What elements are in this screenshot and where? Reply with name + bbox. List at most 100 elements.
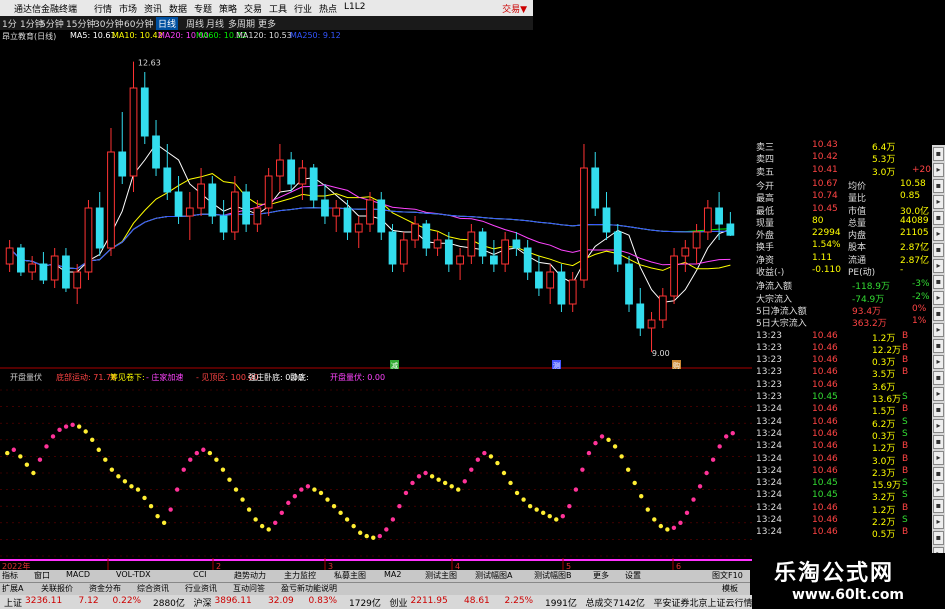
candle-body [568, 279, 577, 305]
side-tool-icon-9[interactable]: ▸ [933, 291, 944, 305]
status-item-7: 32.09 [268, 596, 294, 606]
menu-item-6[interactable]: 交易 [244, 2, 262, 15]
side-tool-icon-2[interactable]: ▪ [933, 179, 944, 193]
tick-time: 13:24 [756, 527, 782, 538]
menu-item-9[interactable]: 热点 [319, 2, 337, 15]
status-item-9: 1729亿 [349, 599, 381, 609]
menu-item-5[interactable]: 策略 [219, 2, 237, 15]
indicator-tab-0[interactable]: 指标 [2, 570, 18, 581]
osc-point [357, 530, 363, 535]
side-tool-icon-18[interactable]: ▪ [933, 435, 944, 449]
side-tool-icon-16[interactable]: ▪ [933, 403, 944, 417]
tick-time: 13:24 [756, 428, 782, 439]
candlestick-chart[interactable]: 12.63 9.00 减 测 购 [0, 42, 752, 370]
indicator-tab-1[interactable]: 窗口 [34, 570, 50, 581]
side-tool-icon-11[interactable]: ▸ [933, 323, 944, 337]
side-tool-icon-14[interactable]: ▪ [933, 371, 944, 385]
tick-price: 10.45 [812, 490, 838, 501]
timeframe-2[interactable]: 5分钟 [40, 17, 64, 30]
menu-item-3[interactable]: 数据 [169, 2, 187, 15]
candle-body [264, 175, 273, 209]
status-item-11: 2211.95 [410, 596, 448, 606]
side-tool-icon-22[interactable]: ▪ [933, 499, 944, 513]
side-tool-icon-17[interactable]: ▸ [933, 419, 944, 433]
indicator-tab-2[interactable]: MACD [66, 570, 90, 579]
side-tool-icon-10[interactable]: ▪ [933, 307, 944, 321]
menu-item-0[interactable]: 行情 [94, 2, 112, 15]
side-tool-icon-15[interactable]: ▸ [933, 387, 944, 401]
indicator-tab-13[interactable]: 设置 [625, 570, 641, 581]
side-tool-icon-7[interactable]: ▸ [933, 259, 944, 273]
osc-label-0: 开盘量伏 [10, 373, 42, 382]
indicator-tab-8[interactable]: MA2 [384, 570, 401, 579]
extension-tab-1[interactable]: 关联报价 [41, 583, 73, 594]
indicator-tab-12[interactable]: 更多 [593, 570, 609, 581]
timeframe-4[interactable]: 30分钟 [94, 17, 123, 30]
flow-value: -118.9万 [852, 282, 891, 293]
osc-point [514, 490, 520, 496]
indicator-tab-7[interactable]: 私募主图 [334, 570, 366, 581]
osc-point [364, 533, 369, 539]
indicator-tab-3[interactable]: VOL-TDX [116, 570, 151, 579]
extension-tab-4[interactable]: 行业资讯 [185, 583, 217, 594]
side-tool-icon-5[interactable]: ▸ [933, 227, 944, 241]
menu-item-10[interactable]: L1L2 [344, 2, 365, 12]
side-tool-icon-4[interactable]: ▪ [933, 211, 944, 225]
extension-tab-5[interactable]: 互动问答 [233, 583, 265, 594]
candle-body [501, 239, 510, 265]
oscillator-chart[interactable]: 2022年 2 3 4 5 6 [0, 384, 752, 570]
timeframe-10[interactable]: 更多 [258, 17, 276, 30]
indicator-tab-6[interactable]: 主力监控 [284, 570, 316, 581]
timeframe-5[interactable]: 60分钟 [124, 17, 153, 30]
indicator-tab-10[interactable]: 测试幅图A [475, 570, 512, 581]
menu-item-4[interactable]: 专题 [194, 2, 212, 15]
timeframe-6[interactable]: 日线 [156, 17, 179, 30]
tick-price: 10.46 [812, 404, 838, 415]
side-tool-icon-3[interactable]: ▸ [933, 195, 944, 209]
osc-point [5, 450, 10, 456]
timeframe-7[interactable]: 周线 [186, 17, 204, 30]
indicator-tab-11[interactable]: 测试幅图B [534, 570, 572, 581]
tick-direction: B [902, 355, 909, 366]
menu-item-2[interactable]: 资讯 [144, 2, 162, 15]
side-tab-template[interactable]: 模板 [722, 583, 738, 594]
indicator-tab-9[interactable]: 测试主图 [425, 570, 457, 581]
candle-body [332, 207, 341, 217]
side-tool-icon-1[interactable]: ▸ [933, 163, 944, 177]
extension-tab-3[interactable]: 综合资讯 [137, 583, 169, 594]
candle-body [422, 223, 431, 249]
side-tool-icon-21[interactable]: ▸ [933, 483, 944, 497]
side-tool-icon-6[interactable]: ▪ [933, 243, 944, 257]
indicator-tab-4[interactable]: CCI [193, 570, 207, 579]
menu-item-8[interactable]: 行业 [294, 2, 312, 15]
side-tool-icon-19[interactable]: ▸ [933, 451, 944, 465]
ask-label: 卖五 [756, 167, 775, 178]
stat-value: 2.87亿 [900, 243, 930, 254]
timeframe-8[interactable]: 月线 [206, 17, 224, 30]
extension-tab-2[interactable]: 资金分布 [89, 583, 121, 594]
trade-menu[interactable]: 交易▼ [502, 2, 527, 15]
indicator-tab-5[interactable]: 趋势动力 [234, 570, 266, 581]
candle-body [647, 319, 656, 329]
timeframe-9[interactable]: 多周期 [228, 17, 255, 30]
side-tool-icon-8[interactable]: ▪ [933, 275, 944, 289]
side-tool-icon-23[interactable]: ▸ [933, 515, 944, 529]
extension-tab-0[interactable]: 扩展A [2, 583, 23, 594]
osc-point [103, 457, 108, 462]
side-tool-icon-13[interactable]: ▸ [933, 355, 944, 369]
timeframe-3[interactable]: 15分钟 [66, 17, 95, 30]
side-tool-icon-0[interactable]: ▪ [933, 147, 944, 161]
side-tool-icon-20[interactable]: ▪ [933, 467, 944, 481]
side-tool-icon-24[interactable]: ▪ [933, 531, 944, 545]
menu-item-7[interactable]: 工具 [269, 2, 287, 15]
side-tab-f10[interactable]: 图文F10 [712, 570, 743, 581]
menu-item-1[interactable]: 市场 [119, 2, 137, 15]
extension-tab-6[interactable]: 盈亏新功能说明 [281, 583, 337, 594]
timeframe-0[interactable]: 1分 [2, 17, 17, 30]
candle-body [658, 295, 667, 321]
side-tool-icon-12[interactable]: ▪ [933, 339, 944, 353]
tick-price: 10.45 [812, 478, 838, 489]
stat-label: 换手 [756, 243, 775, 254]
osc-point [384, 527, 389, 532]
tick-row: 13:23 10.46 12.2万 B [752, 343, 932, 356]
